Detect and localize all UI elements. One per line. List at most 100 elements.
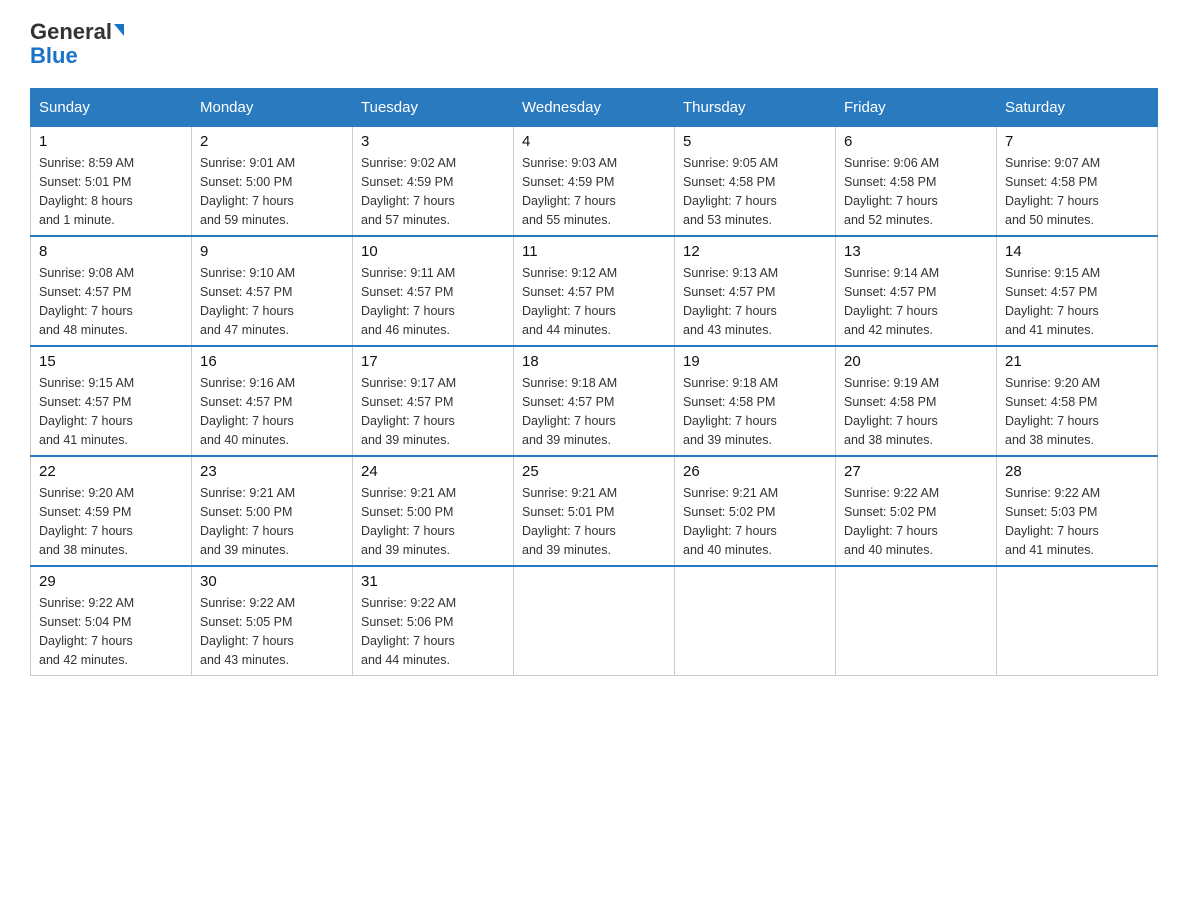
day-info: Sunrise: 9:20 AM Sunset: 4:59 PM Dayligh…	[39, 484, 183, 559]
calendar-cell	[836, 566, 997, 676]
calendar-cell	[997, 566, 1158, 676]
day-number: 10	[361, 243, 505, 260]
calendar-cell: 16 Sunrise: 9:16 AM Sunset: 4:57 PM Dayli…	[192, 346, 353, 456]
calendar-cell: 24 Sunrise: 9:21 AM Sunset: 5:00 PM Dayli…	[353, 456, 514, 566]
calendar-cell: 13 Sunrise: 9:14 AM Sunset: 4:57 PM Dayli…	[836, 236, 997, 346]
calendar-week-row: 22 Sunrise: 9:20 AM Sunset: 4:59 PM Dayli…	[31, 456, 1158, 566]
calendar-cell: 14 Sunrise: 9:15 AM Sunset: 4:57 PM Dayli…	[997, 236, 1158, 346]
day-number: 16	[200, 353, 344, 370]
day-number: 6	[844, 133, 988, 150]
header-tuesday: Tuesday	[353, 89, 514, 127]
day-info: Sunrise: 9:15 AM Sunset: 4:57 PM Dayligh…	[1005, 264, 1149, 339]
day-number: 18	[522, 353, 666, 370]
day-info: Sunrise: 9:13 AM Sunset: 4:57 PM Dayligh…	[683, 264, 827, 339]
day-number: 27	[844, 463, 988, 480]
day-number: 13	[844, 243, 988, 260]
day-info: Sunrise: 9:06 AM Sunset: 4:58 PM Dayligh…	[844, 154, 988, 229]
logo-general: General	[30, 20, 112, 44]
day-number: 1	[39, 133, 183, 150]
day-info: Sunrise: 9:22 AM Sunset: 5:02 PM Dayligh…	[844, 484, 988, 559]
day-number: 4	[522, 133, 666, 150]
day-number: 22	[39, 463, 183, 480]
header-monday: Monday	[192, 89, 353, 127]
day-number: 7	[1005, 133, 1149, 150]
calendar-week-row: 1 Sunrise: 8:59 AM Sunset: 5:01 PM Daylig…	[31, 127, 1158, 237]
day-info: Sunrise: 9:21 AM Sunset: 5:00 PM Dayligh…	[361, 484, 505, 559]
day-number: 20	[844, 353, 988, 370]
day-info: Sunrise: 9:18 AM Sunset: 4:58 PM Dayligh…	[683, 374, 827, 449]
logo: General Blue	[30, 20, 124, 68]
calendar-cell: 31 Sunrise: 9:22 AM Sunset: 5:06 PM Dayli…	[353, 566, 514, 676]
day-info: Sunrise: 9:21 AM Sunset: 5:00 PM Dayligh…	[200, 484, 344, 559]
calendar-cell: 7 Sunrise: 9:07 AM Sunset: 4:58 PM Daylig…	[997, 127, 1158, 237]
day-info: Sunrise: 9:14 AM Sunset: 4:57 PM Dayligh…	[844, 264, 988, 339]
calendar-cell: 15 Sunrise: 9:15 AM Sunset: 4:57 PM Dayli…	[31, 346, 192, 456]
calendar-cell: 18 Sunrise: 9:18 AM Sunset: 4:57 PM Dayli…	[514, 346, 675, 456]
day-number: 23	[200, 463, 344, 480]
day-info: Sunrise: 9:15 AM Sunset: 4:57 PM Dayligh…	[39, 374, 183, 449]
calendar-cell: 8 Sunrise: 9:08 AM Sunset: 4:57 PM Daylig…	[31, 236, 192, 346]
calendar-cell: 22 Sunrise: 9:20 AM Sunset: 4:59 PM Dayli…	[31, 456, 192, 566]
calendar-cell: 29 Sunrise: 9:22 AM Sunset: 5:04 PM Dayli…	[31, 566, 192, 676]
day-info: Sunrise: 9:11 AM Sunset: 4:57 PM Dayligh…	[361, 264, 505, 339]
calendar-cell: 25Sunrise: 9:21 AM Sunset: 5:01 PM Dayli…	[514, 456, 675, 566]
header-friday: Friday	[836, 89, 997, 127]
calendar-cell: 19Sunrise: 9:18 AM Sunset: 4:58 PM Dayli…	[675, 346, 836, 456]
day-number: 26	[683, 463, 827, 480]
calendar-cell: 26 Sunrise: 9:21 AM Sunset: 5:02 PM Dayli…	[675, 456, 836, 566]
day-info: Sunrise: 9:22 AM Sunset: 5:04 PM Dayligh…	[39, 594, 183, 669]
day-number: 11	[522, 243, 666, 260]
calendar-week-row: 15 Sunrise: 9:15 AM Sunset: 4:57 PM Dayli…	[31, 346, 1158, 456]
calendar-cell: 3 Sunrise: 9:02 AM Sunset: 4:59 PM Daylig…	[353, 127, 514, 237]
calendar-cell: 1 Sunrise: 8:59 AM Sunset: 5:01 PM Daylig…	[31, 127, 192, 237]
day-number: 15	[39, 353, 183, 370]
calendar-cell: 23 Sunrise: 9:21 AM Sunset: 5:00 PM Dayli…	[192, 456, 353, 566]
day-info: Sunrise: 9:20 AM Sunset: 4:58 PM Dayligh…	[1005, 374, 1149, 449]
day-info: Sunrise: 9:22 AM Sunset: 5:06 PM Dayligh…	[361, 594, 505, 669]
calendar-cell: 4Sunrise: 9:03 AM Sunset: 4:59 PM Daylig…	[514, 127, 675, 237]
day-info: Sunrise: 9:22 AM Sunset: 5:05 PM Dayligh…	[200, 594, 344, 669]
calendar-cell: 5 Sunrise: 9:05 AM Sunset: 4:58 PM Daylig…	[675, 127, 836, 237]
calendar-week-row: 29 Sunrise: 9:22 AM Sunset: 5:04 PM Dayli…	[31, 566, 1158, 676]
day-info: Sunrise: 9:21 AM Sunset: 5:02 PM Dayligh…	[683, 484, 827, 559]
calendar-cell: 11 Sunrise: 9:12 AM Sunset: 4:57 PM Dayli…	[514, 236, 675, 346]
day-info: Sunrise: 9:12 AM Sunset: 4:57 PM Dayligh…	[522, 264, 666, 339]
calendar-cell: 30Sunrise: 9:22 AM Sunset: 5:05 PM Dayli…	[192, 566, 353, 676]
calendar-cell: 2Sunrise: 9:01 AM Sunset: 5:00 PM Daylig…	[192, 127, 353, 237]
day-number: 29	[39, 573, 183, 590]
day-number: 12	[683, 243, 827, 260]
calendar-cell: 17 Sunrise: 9:17 AM Sunset: 4:57 PM Dayli…	[353, 346, 514, 456]
day-info: Sunrise: 9:22 AM Sunset: 5:03 PM Dayligh…	[1005, 484, 1149, 559]
calendar-cell: 12 Sunrise: 9:13 AM Sunset: 4:57 PM Dayli…	[675, 236, 836, 346]
day-info: Sunrise: 9:05 AM Sunset: 4:58 PM Dayligh…	[683, 154, 827, 229]
logo-blue: Blue	[30, 44, 78, 68]
day-info: Sunrise: 9:18 AM Sunset: 4:57 PM Dayligh…	[522, 374, 666, 449]
day-number: 24	[361, 463, 505, 480]
day-number: 17	[361, 353, 505, 370]
day-info: Sunrise: 8:59 AM Sunset: 5:01 PM Dayligh…	[39, 154, 183, 229]
calendar-cell: 21 Sunrise: 9:20 AM Sunset: 4:58 PM Dayli…	[997, 346, 1158, 456]
day-info: Sunrise: 9:02 AM Sunset: 4:59 PM Dayligh…	[361, 154, 505, 229]
header-saturday: Saturday	[997, 89, 1158, 127]
day-number: 31	[361, 573, 505, 590]
day-number: 3	[361, 133, 505, 150]
day-info: Sunrise: 9:16 AM Sunset: 4:57 PM Dayligh…	[200, 374, 344, 449]
calendar-week-row: 8 Sunrise: 9:08 AM Sunset: 4:57 PM Daylig…	[31, 236, 1158, 346]
calendar-header-row: SundayMondayTuesdayWednesdayThursdayFrid…	[31, 89, 1158, 127]
day-number: 8	[39, 243, 183, 260]
day-number: 5	[683, 133, 827, 150]
day-number: 14	[1005, 243, 1149, 260]
calendar-table: SundayMondayTuesdayWednesdayThursdayFrid…	[30, 88, 1158, 676]
day-info: Sunrise: 9:21 AM Sunset: 5:01 PM Dayligh…	[522, 484, 666, 559]
day-info: Sunrise: 9:07 AM Sunset: 4:58 PM Dayligh…	[1005, 154, 1149, 229]
day-info: Sunrise: 9:10 AM Sunset: 4:57 PM Dayligh…	[200, 264, 344, 339]
day-info: Sunrise: 9:01 AM Sunset: 5:00 PM Dayligh…	[200, 154, 344, 229]
day-number: 21	[1005, 353, 1149, 370]
calendar-cell: 10 Sunrise: 9:11 AM Sunset: 4:57 PM Dayli…	[353, 236, 514, 346]
calendar-cell: 20Sunrise: 9:19 AM Sunset: 4:58 PM Dayli…	[836, 346, 997, 456]
calendar-cell: 28 Sunrise: 9:22 AM Sunset: 5:03 PM Dayli…	[997, 456, 1158, 566]
day-info: Sunrise: 9:17 AM Sunset: 4:57 PM Dayligh…	[361, 374, 505, 449]
day-info: Sunrise: 9:08 AM Sunset: 4:57 PM Dayligh…	[39, 264, 183, 339]
header-wednesday: Wednesday	[514, 89, 675, 127]
day-number: 28	[1005, 463, 1149, 480]
